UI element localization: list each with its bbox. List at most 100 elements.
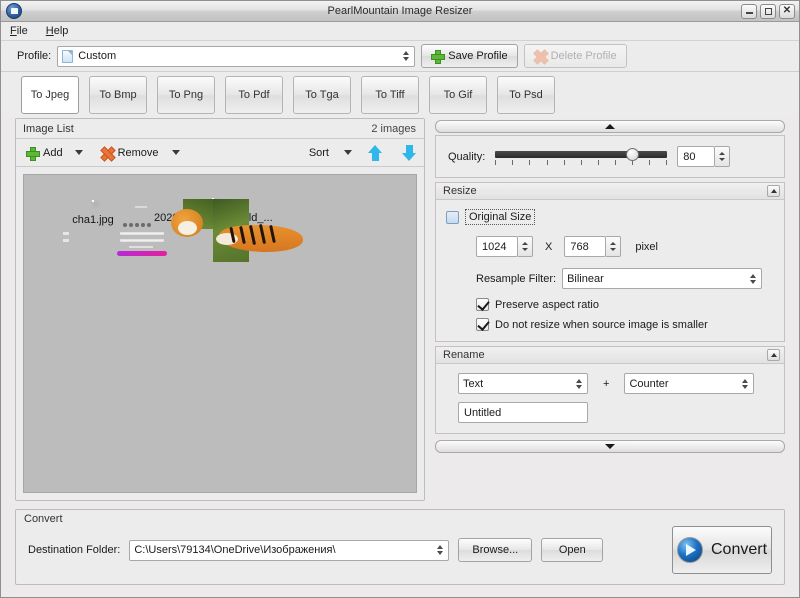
main-content: Image List 2 images Add Remove Sort cha1… [1, 118, 799, 501]
quality-slider-handle[interactable] [626, 147, 640, 161]
tab-to-jpeg-label: To Jpeg [30, 89, 70, 101]
list-item[interactable]: 2020Animals___Wild_... [154, 191, 303, 262]
close-button[interactable]: ✕ [779, 3, 795, 19]
destination-folder-combo[interactable]: C:\Users\79134\OneDrive\Изображения\ [129, 539, 450, 561]
remove-button[interactable]: Remove [97, 145, 163, 161]
tab-to-tiff[interactable]: To Tiff [361, 76, 419, 114]
pixel-unit-label: pixel [635, 240, 658, 253]
destination-combo-spinner[interactable] [434, 542, 446, 559]
tab-to-bmp[interactable]: To Bmp [89, 76, 147, 114]
tab-to-tga[interactable]: To Tga [293, 76, 351, 114]
rename-title: Rename [443, 349, 485, 361]
browse-label: Browse... [472, 544, 519, 556]
remove-dropdown-icon[interactable] [171, 150, 180, 155]
window-controls: ✕ [741, 3, 795, 19]
rename-text-input[interactable]: Untitled [458, 402, 588, 423]
sort-button[interactable]: Sort [305, 145, 333, 161]
no-upscale-checkbox[interactable] [476, 318, 489, 331]
image-count: 2 images [371, 122, 416, 135]
convert-button-label: Convert [710, 541, 768, 558]
dimension-separator: X [545, 240, 553, 253]
tab-to-bmp-label: To Bmp [99, 89, 137, 101]
tab-to-pdf[interactable]: To Pdf [225, 76, 283, 114]
quality-slider-track [495, 150, 668, 158]
open-button[interactable]: Open [541, 538, 604, 562]
quality-spinner[interactable] [715, 146, 731, 167]
thumbnail-image [63, 200, 167, 256]
play-icon [676, 537, 703, 563]
app-icon [6, 3, 22, 19]
rename-left-value: Text [463, 377, 484, 390]
profile-combo-spinner[interactable] [400, 48, 412, 65]
preserve-aspect-label: Preserve aspect ratio [495, 298, 599, 311]
open-label: Open [558, 544, 586, 556]
original-size-label: Original Size [465, 209, 536, 225]
tab-to-psd-label: To Psd [509, 89, 543, 101]
preserve-aspect-checkbox[interactable] [476, 298, 489, 311]
profile-value: Custom [78, 50, 117, 62]
add-label: Add [43, 146, 63, 159]
quality-label: Quality: [448, 150, 486, 163]
profile-combo[interactable]: Custom [57, 45, 416, 67]
thumbnail-image [171, 198, 303, 262]
rename-right-spinner[interactable] [739, 375, 751, 392]
tab-to-jpeg[interactable]: To Jpeg [21, 76, 79, 114]
rename-right-combo[interactable]: Counter [624, 373, 755, 394]
resize-title: Resize [443, 185, 477, 197]
save-profile-button[interactable]: Save Profile [421, 44, 518, 68]
no-upscale-label: Do not resize when source image is small… [495, 318, 708, 331]
browse-button[interactable]: Browse... [458, 538, 533, 562]
tab-to-psd[interactable]: To Psd [497, 76, 555, 114]
resample-combo-spinner[interactable] [747, 270, 759, 287]
remove-label: Remove [117, 146, 159, 159]
tab-to-png[interactable]: To Png [157, 76, 215, 114]
original-size-checkbox[interactable] [446, 210, 459, 224]
menu-file-rest: ile [16, 25, 28, 37]
quality-stepper[interactable]: 80 [677, 146, 731, 167]
plus-icon [26, 146, 40, 161]
maximize-button[interactable] [760, 3, 776, 19]
image-list-panel: Image List 2 images Add Remove Sort cha1… [15, 118, 425, 501]
tab-to-gif[interactable]: To Gif [429, 76, 487, 114]
no-upscale-row[interactable]: Do not resize when source image is small… [476, 318, 774, 331]
menu-help-rest: elp [53, 25, 69, 37]
rename-plus-label: + [603, 377, 610, 390]
rename-section-body: Text + Counter Untitled [436, 364, 784, 433]
quality-value[interactable]: 80 [677, 146, 716, 167]
save-profile-label: Save Profile [448, 50, 508, 62]
quality-slider[interactable] [495, 147, 668, 167]
convert-button[interactable]: Convert [672, 526, 772, 574]
rename-left-combo[interactable]: Text [458, 373, 588, 394]
width-stepper[interactable]: 1024 [476, 236, 533, 257]
list-item[interactable]: cha1.jpg [34, 193, 167, 256]
width-value[interactable]: 1024 [476, 236, 518, 257]
height-value[interactable]: 768 [564, 236, 607, 257]
rename-left-spinner[interactable] [573, 375, 585, 392]
resize-section-body: Original Size 1024 X 768 pixel Resample … [436, 200, 784, 341]
height-stepper[interactable]: 768 [564, 236, 622, 257]
thumbnail-grid[interactable]: cha1.jpg [23, 174, 417, 493]
scroll-down-button[interactable] [435, 440, 785, 453]
sort-dropdown-icon[interactable] [344, 150, 352, 155]
resize-section-header: Resize [436, 183, 784, 200]
arrow-down-icon[interactable] [402, 144, 416, 161]
menu-file[interactable]: File [8, 24, 30, 38]
rename-collapse-button[interactable] [767, 349, 780, 361]
resample-filter-combo[interactable]: Bilinear [562, 268, 763, 289]
arrow-up-icon[interactable] [368, 144, 382, 161]
menu-help[interactable]: Help [44, 24, 71, 38]
add-dropdown-icon[interactable] [74, 150, 83, 155]
menu-bar: File Help [1, 22, 799, 41]
preserve-aspect-row[interactable]: Preserve aspect ratio [476, 298, 774, 311]
scroll-up-button[interactable] [435, 120, 785, 133]
delete-profile-button[interactable]: Delete Profile [523, 44, 627, 68]
add-button[interactable]: Add [22, 145, 67, 161]
minimize-button[interactable] [741, 3, 757, 19]
title-bar: PearlMountain Image Resizer ✕ [1, 1, 799, 22]
resize-collapse-button[interactable] [767, 185, 780, 197]
profile-label: Profile: [17, 50, 52, 62]
original-size-row: Original Size [446, 209, 774, 225]
width-spinner[interactable] [518, 236, 533, 257]
sort-label: Sort [308, 146, 329, 159]
height-spinner[interactable] [606, 236, 622, 257]
